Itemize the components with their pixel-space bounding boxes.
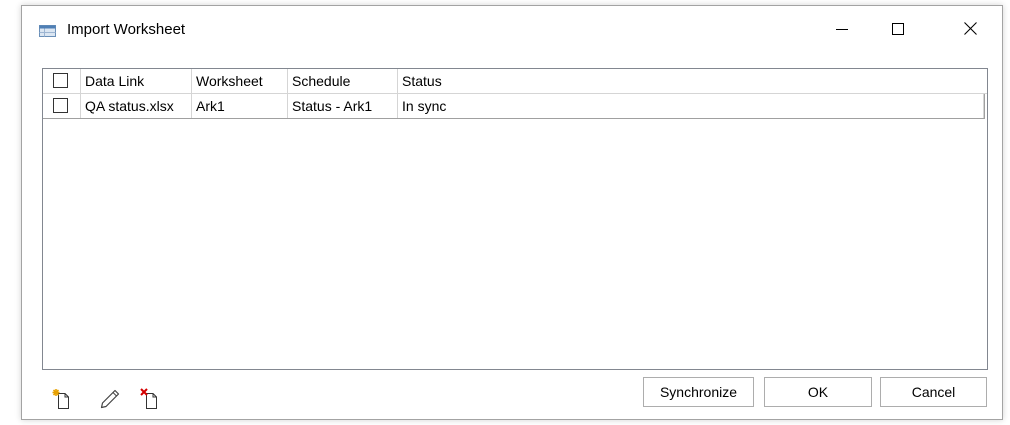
worksheet-icon (39, 24, 56, 37)
select-all-checkbox[interactable] (53, 73, 68, 88)
minimize-icon (836, 22, 848, 38)
grid-header: Data Link Worksheet Schedule Status (43, 69, 987, 93)
table-row[interactable]: QA status.xlsx Ark1 Status - Ark1 In syn… (43, 94, 985, 119)
column-header-schedule[interactable]: Schedule (288, 69, 398, 93)
edit-link-icon[interactable] (99, 388, 121, 410)
window-title: Import Worksheet (67, 21, 186, 38)
maximize-button[interactable] (870, 6, 926, 54)
close-icon (963, 22, 977, 38)
row-checkbox[interactable] (53, 98, 68, 113)
maximize-icon (892, 22, 904, 38)
cell-data-link[interactable]: QA status.xlsx (81, 94, 192, 118)
header-select-all-cell (43, 69, 81, 93)
row-select-cell (43, 94, 81, 118)
cell-worksheet[interactable]: Ark1 (192, 94, 288, 118)
delete-link-icon[interactable] (140, 388, 162, 410)
close-button[interactable] (938, 6, 1002, 54)
new-link-icon[interactable] (52, 388, 74, 410)
column-header-data-link[interactable]: Data Link (81, 69, 192, 93)
synchronize-button[interactable]: Synchronize (643, 377, 754, 407)
minimize-button[interactable] (814, 6, 870, 54)
data-links-grid[interactable]: Data Link Worksheet Schedule Status QA s… (42, 68, 988, 370)
title-bar[interactable]: Import Worksheet (22, 6, 1002, 54)
import-worksheet-dialog: Import Worksheet Data Link Worksheet Sch… (21, 5, 1003, 420)
column-header-status[interactable]: Status (398, 69, 987, 93)
cancel-button[interactable]: Cancel (880, 377, 987, 407)
column-header-worksheet[interactable]: Worksheet (192, 69, 288, 93)
cell-schedule[interactable]: Status - Ark1 (288, 94, 398, 118)
ok-button[interactable]: OK (764, 377, 872, 407)
cell-status[interactable]: In sync (398, 94, 984, 118)
